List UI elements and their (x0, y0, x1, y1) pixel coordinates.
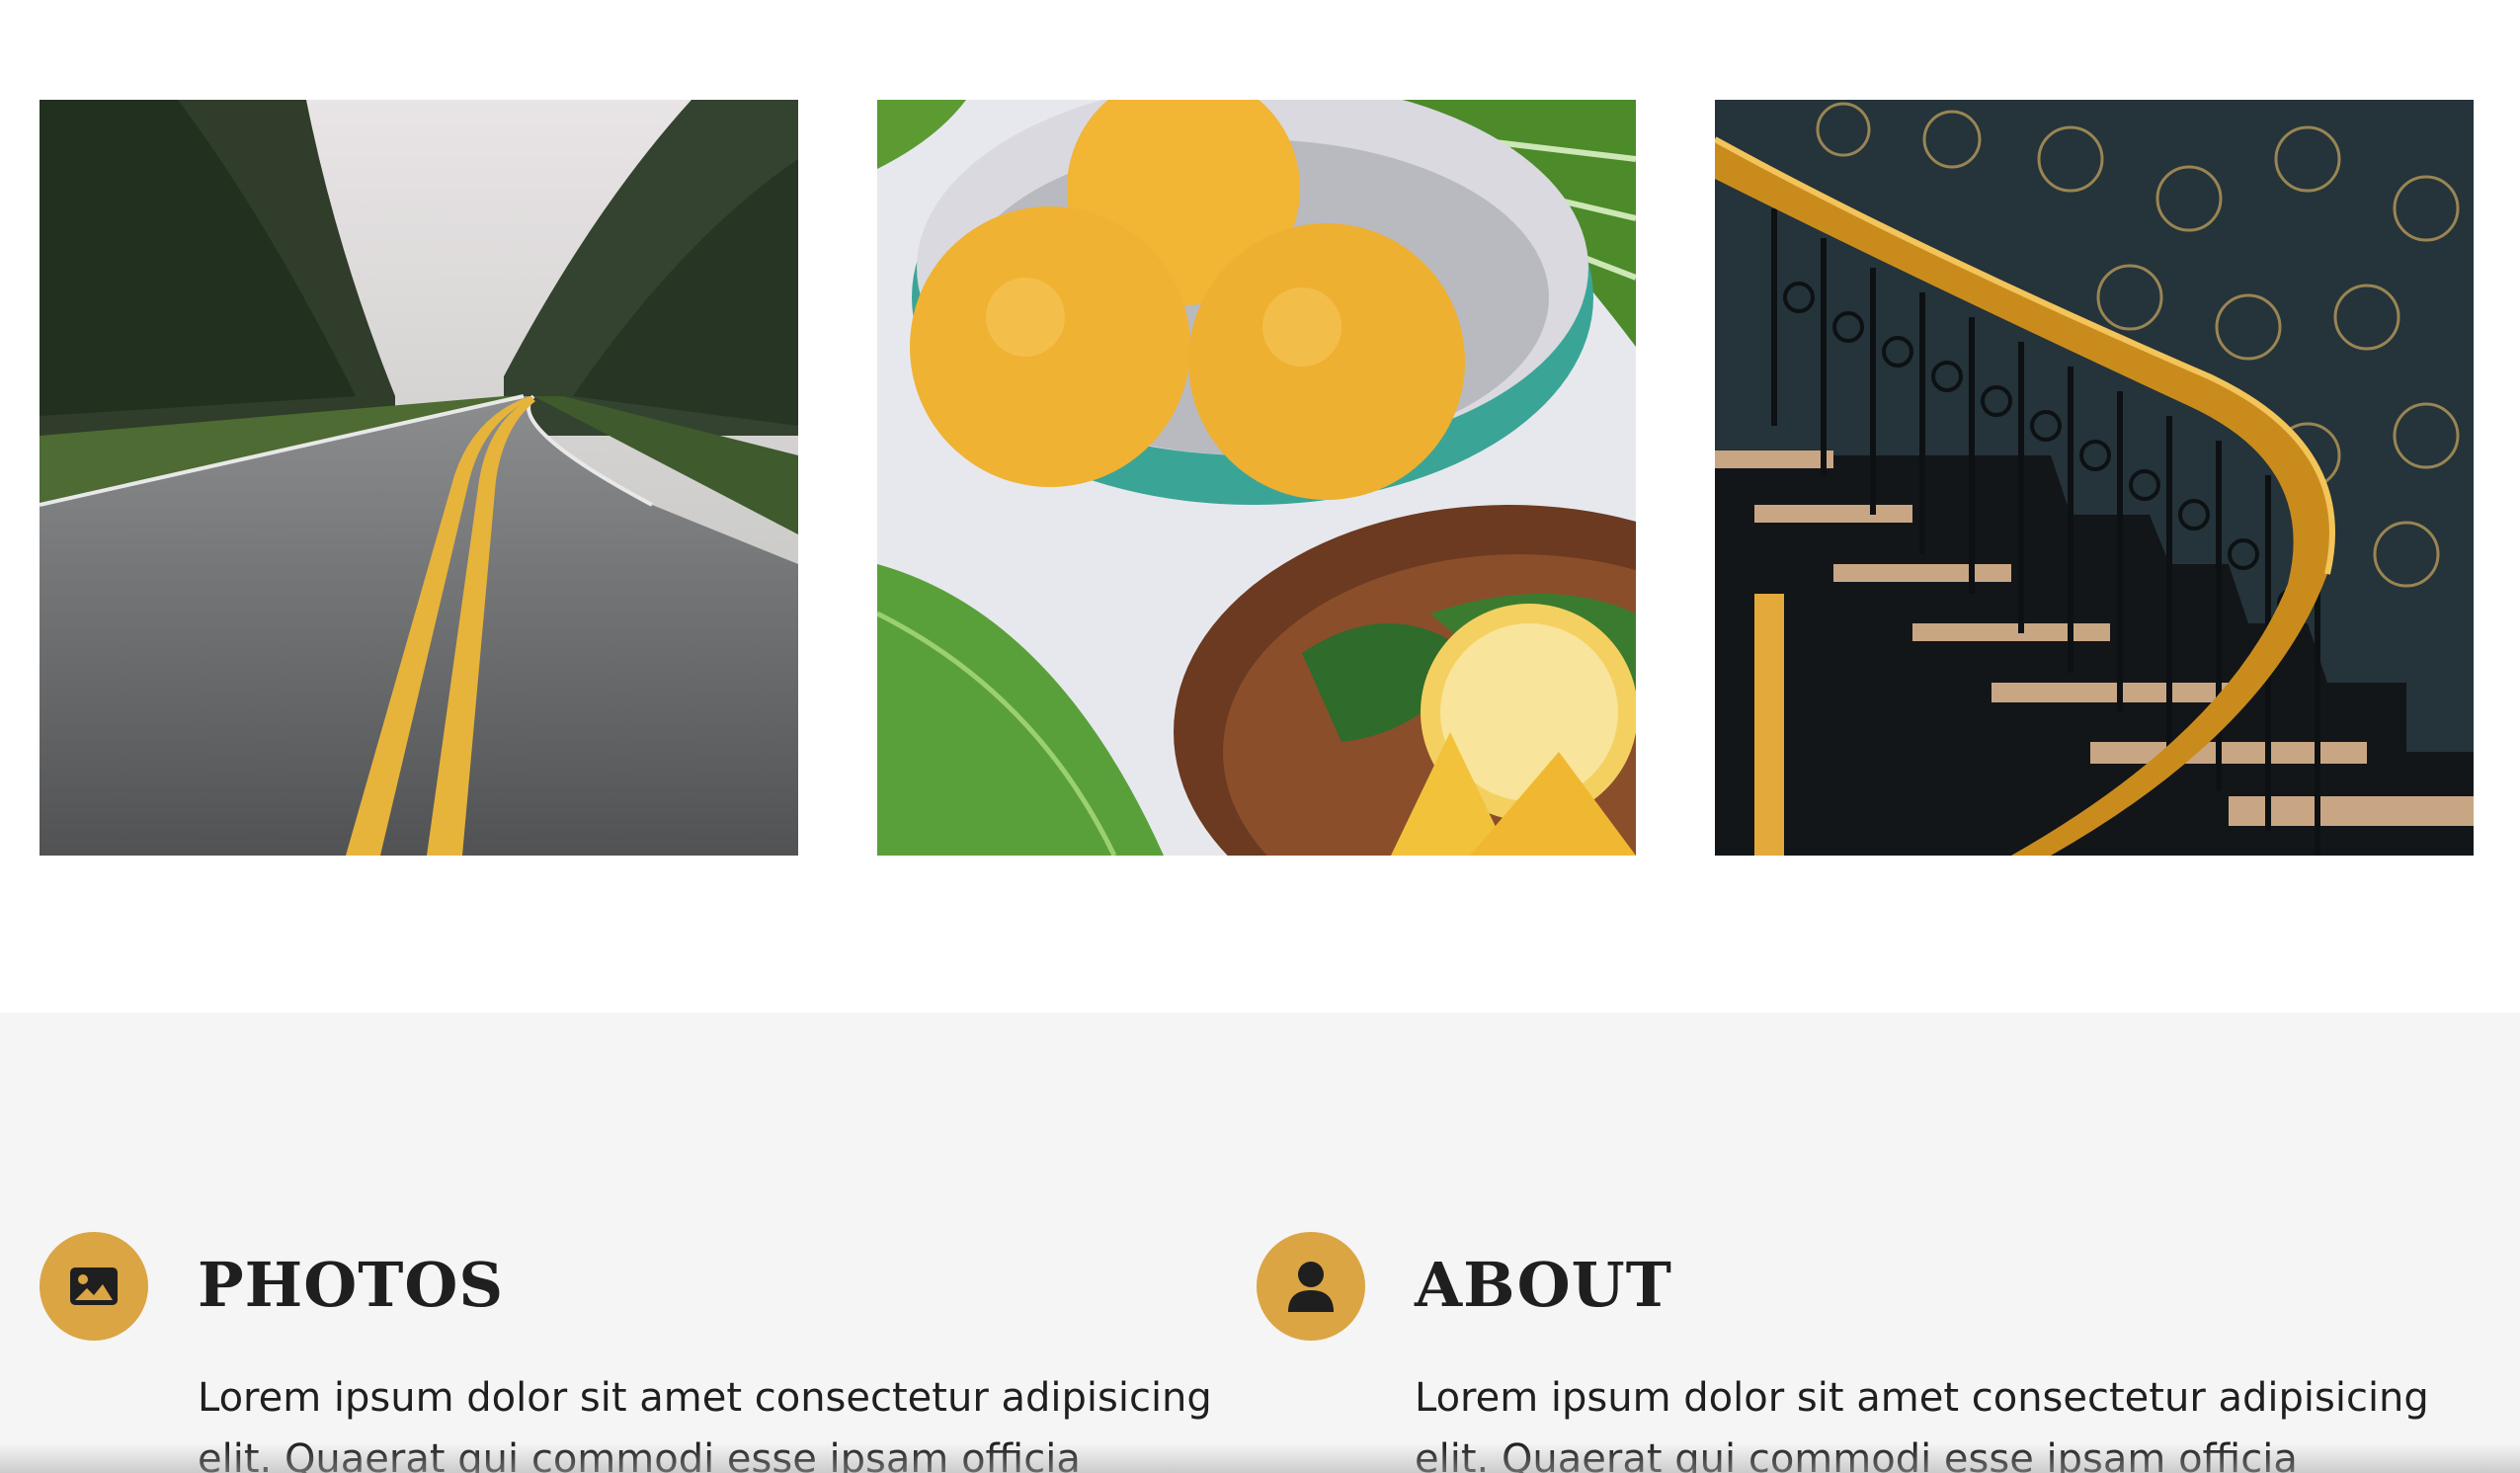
lemons-image (877, 100, 1636, 856)
bottom-fade (0, 1443, 2520, 1473)
user-icon (1257, 1232, 1365, 1341)
feature-title: ABOUT (1415, 1249, 1672, 1321)
feature-title: PHOTOS (198, 1249, 505, 1321)
image-icon (40, 1232, 148, 1341)
gallery-photo-staircase[interactable] (1715, 100, 2474, 856)
features-section: PHOTOS Lorem ipsum dolor sit amet consec… (0, 1013, 2520, 1473)
staircase-image (1715, 100, 2474, 856)
gallery-photo-lemons[interactable] (877, 100, 1636, 856)
road-image (40, 100, 798, 856)
photo-gallery (0, 0, 2520, 1013)
gallery-photo-road[interactable] (40, 100, 798, 856)
